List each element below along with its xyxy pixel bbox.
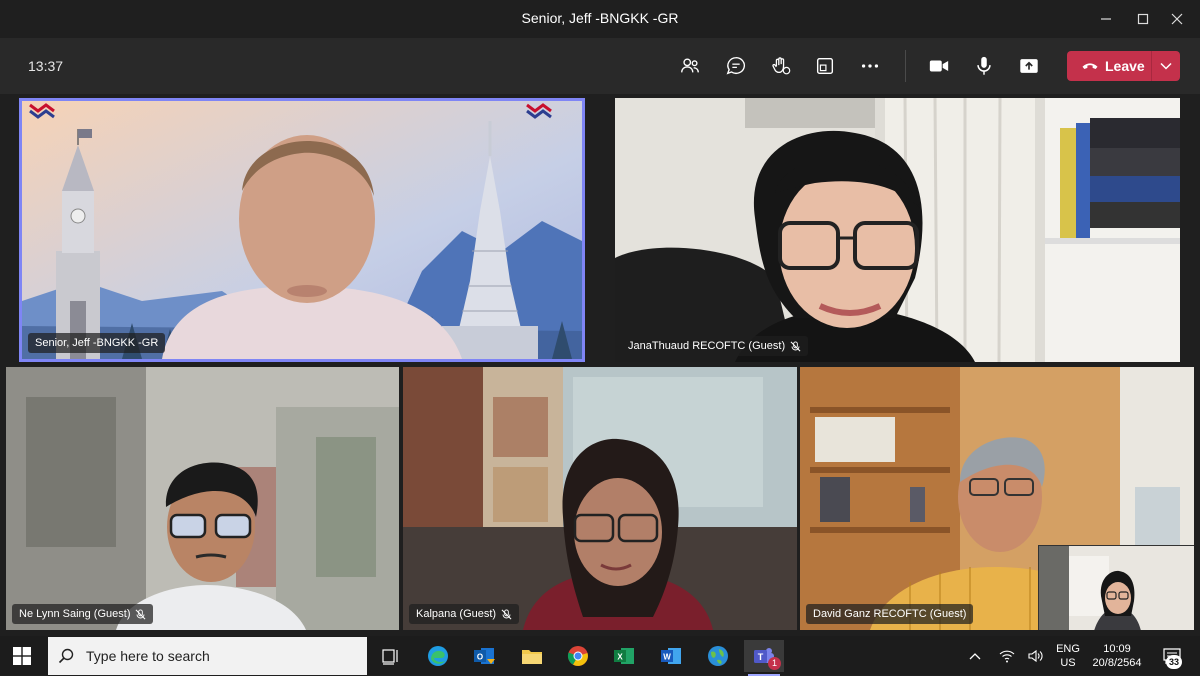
share-screen-icon bbox=[1020, 59, 1038, 73]
toolbar-divider bbox=[905, 50, 906, 82]
network-status[interactable] bbox=[996, 636, 1018, 675]
hang-up-icon bbox=[1082, 63, 1098, 69]
speaker-icon bbox=[1028, 649, 1043, 662]
reactions-button[interactable] bbox=[764, 50, 798, 82]
participant-name-label: Senior, Jeff -BNGKK -GR bbox=[28, 333, 166, 353]
chevron-down-icon bbox=[1160, 62, 1172, 70]
meeting-timer: 13:37 bbox=[28, 58, 64, 74]
svg-text:T: T bbox=[758, 652, 764, 662]
globe-icon bbox=[708, 646, 728, 666]
file-explorer-taskbar-button[interactable] bbox=[512, 640, 552, 672]
excel-taskbar-button[interactable]: X bbox=[604, 640, 644, 672]
share-content-button[interactable] bbox=[1012, 50, 1046, 82]
windows-taskbar: Type here to search O X W T 1 ENG US 10:… bbox=[0, 636, 1200, 676]
participant-name: Kalpana (Guest) bbox=[416, 608, 497, 620]
folder-icon bbox=[522, 650, 542, 664]
region-code: US bbox=[1060, 656, 1076, 669]
video-camera-icon bbox=[929, 60, 949, 72]
teams-taskbar-button[interactable]: T 1 bbox=[744, 640, 784, 676]
leave-button[interactable]: Leave bbox=[1067, 51, 1180, 81]
video-tile-david[interactable]: David Ganz RECOFTC (Guest) bbox=[800, 367, 1194, 630]
outlook-taskbar-button[interactable]: O bbox=[464, 640, 504, 672]
windows-logo-icon bbox=[13, 647, 31, 665]
svg-text:W: W bbox=[663, 653, 671, 662]
task-view-icon bbox=[382, 649, 398, 665]
rooms-button[interactable] bbox=[808, 50, 842, 82]
chat-icon bbox=[726, 57, 745, 75]
participant-name-label: JanaThuaud RECOFTC (Guest) bbox=[621, 336, 809, 356]
word-taskbar-button[interactable]: W bbox=[651, 640, 691, 672]
volume-control[interactable] bbox=[1025, 636, 1047, 675]
participant-video bbox=[22, 101, 582, 359]
window-titlebar: Senior, Jeff -BNGKK -GR bbox=[0, 0, 1200, 38]
clock-time: 10:09 bbox=[1103, 642, 1131, 655]
search-icon bbox=[58, 648, 74, 664]
microphone-button[interactable] bbox=[967, 50, 1001, 82]
wifi-icon bbox=[999, 650, 1015, 662]
start-button[interactable] bbox=[2, 640, 42, 672]
raise-hand-icon bbox=[772, 57, 791, 75]
participant-name-label: David Ganz RECOFTC (Guest) bbox=[806, 604, 974, 624]
language-code: ENG bbox=[1056, 642, 1080, 655]
chevron-up-icon bbox=[969, 652, 981, 659]
leave-main[interactable]: Leave bbox=[1067, 51, 1151, 81]
participant-name: Senior, Jeff -BNGKK -GR bbox=[35, 337, 159, 349]
participant-name: David Ganz RECOFTC (Guest) bbox=[813, 608, 967, 620]
participant-video bbox=[615, 98, 1180, 362]
mic-muted-icon bbox=[135, 608, 146, 620]
notification-count-badge: 33 bbox=[1166, 655, 1182, 669]
video-tile-jeff[interactable]: Senior, Jeff -BNGKK -GR bbox=[19, 98, 585, 362]
excel-icon: X bbox=[614, 648, 634, 664]
participant-name-label: Ne Lynn Saing (Guest) bbox=[12, 604, 154, 624]
participant-name-label: Kalpana (Guest) bbox=[409, 604, 520, 624]
mic-muted-icon bbox=[790, 340, 801, 352]
outlook-icon: O bbox=[474, 648, 495, 664]
clock-date: 20/8/2564 bbox=[1092, 656, 1142, 669]
close-window-button[interactable] bbox=[1154, 0, 1200, 38]
close-icon bbox=[1171, 13, 1183, 25]
chrome-taskbar-button[interactable] bbox=[558, 640, 598, 672]
edge-taskbar-button[interactable] bbox=[418, 640, 458, 672]
system-clock[interactable]: 10:09 20/8/2564 bbox=[1088, 636, 1146, 675]
more-icon bbox=[861, 64, 879, 68]
svg-text:X: X bbox=[617, 653, 623, 662]
maximize-icon bbox=[1137, 13, 1149, 25]
meeting-toolbar: 13:37 Leave bbox=[0, 38, 1200, 94]
chat-button[interactable] bbox=[719, 50, 753, 82]
participant-name: Ne Lynn Saing (Guest) bbox=[19, 608, 131, 620]
action-center-button[interactable]: 33 bbox=[1152, 636, 1192, 675]
search-placeholder: Type here to search bbox=[86, 648, 210, 664]
participants-button[interactable] bbox=[673, 50, 707, 82]
leave-label: Leave bbox=[1105, 58, 1145, 74]
self-view-thumbnail[interactable] bbox=[1038, 545, 1194, 630]
video-stage: Senior, Jeff -BNGKK -GR JanaThuaud RECOF… bbox=[0, 94, 1200, 636]
task-view-button[interactable] bbox=[371, 640, 411, 672]
participant-name: JanaThuaud RECOFTC (Guest) bbox=[628, 340, 786, 352]
edge-icon bbox=[428, 646, 448, 666]
video-tile-ne-lynn[interactable]: Ne Lynn Saing (Guest) bbox=[6, 367, 399, 630]
video-tile-kalpana[interactable]: Kalpana (Guest) bbox=[403, 367, 797, 630]
leave-options-dropdown[interactable] bbox=[1151, 51, 1180, 81]
chrome-icon bbox=[567, 646, 588, 666]
more-actions-button[interactable] bbox=[853, 50, 887, 82]
participant-video bbox=[403, 367, 797, 630]
participant-video bbox=[6, 367, 399, 630]
maps-taskbar-button[interactable] bbox=[698, 640, 738, 672]
mic-muted-icon bbox=[501, 608, 512, 620]
svg-text:O: O bbox=[477, 653, 483, 662]
minimize-icon bbox=[1101, 18, 1111, 20]
word-icon: W bbox=[661, 648, 681, 664]
camera-button[interactable] bbox=[922, 50, 956, 82]
show-hidden-icons-button[interactable] bbox=[964, 636, 986, 675]
window-title: Senior, Jeff -BNGKK -GR bbox=[521, 10, 679, 26]
video-tile-jana[interactable]: JanaThuaud RECOFTC (Guest) bbox=[615, 98, 1180, 362]
input-language-indicator[interactable]: ENG US bbox=[1052, 636, 1084, 675]
people-icon bbox=[681, 58, 699, 73]
taskbar-search-box[interactable]: Type here to search bbox=[48, 637, 367, 675]
teams-notification-badge: 1 bbox=[768, 657, 781, 670]
microphone-icon bbox=[977, 56, 991, 75]
breakout-rooms-icon bbox=[816, 57, 834, 75]
